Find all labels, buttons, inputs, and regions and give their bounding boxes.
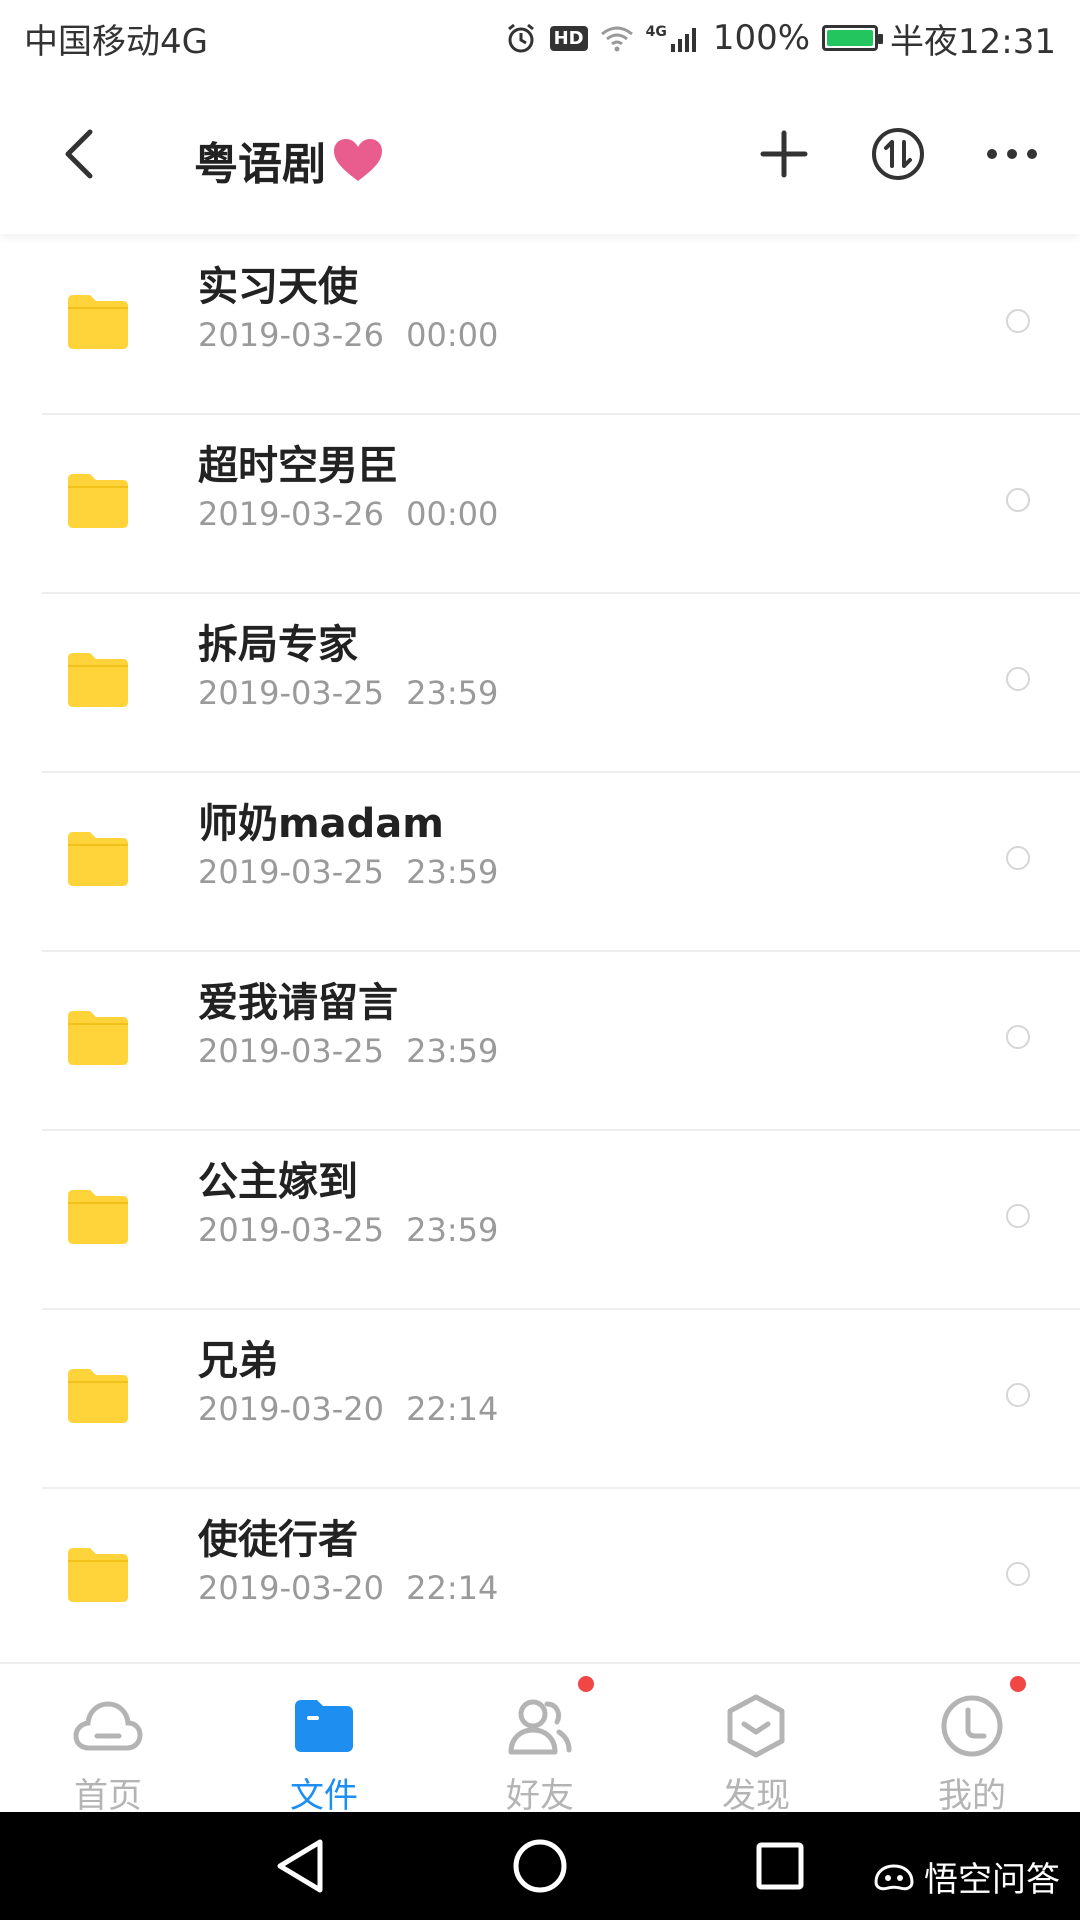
tab-files[interactable]: 文件 xyxy=(224,1664,424,1816)
file-name: 爱我请留言 xyxy=(198,980,398,1026)
tab-discover[interactable]: 发现 xyxy=(656,1664,856,1816)
cloud-icon xyxy=(72,1690,144,1762)
tab-friends[interactable]: 好友 xyxy=(440,1664,640,1816)
tab-home[interactable]: 首页 xyxy=(8,1664,208,1816)
file-date: 2019-03-20 22:14 xyxy=(198,1569,499,1607)
list-item[interactable]: 使徒行者 2019-03-20 22:14 xyxy=(0,1489,1080,1668)
discover-icon xyxy=(720,1690,792,1762)
signal-4g-icon: 4G xyxy=(646,24,701,52)
page-title-wrap: 粤语剧 xyxy=(194,128,384,192)
back-triangle-icon xyxy=(277,1839,323,1893)
system-nav-bar: 悟空问答 xyxy=(0,1812,1080,1920)
hd-icon: HD xyxy=(549,25,588,51)
select-checkbox[interactable] xyxy=(1006,1562,1030,1586)
heart-icon xyxy=(332,137,384,183)
list-item[interactable]: 爱我请留言 2019-03-25 23:59 xyxy=(0,952,1080,1131)
list-item[interactable]: 公主嫁到 2019-03-25 23:59 xyxy=(0,1131,1080,1310)
add-button[interactable] xyxy=(752,124,816,184)
folder-icon xyxy=(66,473,130,529)
profile-icon xyxy=(936,1690,1008,1762)
folder-icon xyxy=(66,1547,130,1603)
folder-icon xyxy=(66,294,130,350)
status-bar: 中国移动4G HD 4G 100% 半夜12:31 xyxy=(0,0,1080,76)
file-name: 公主嫁到 xyxy=(198,1159,358,1205)
back-icon xyxy=(65,129,93,179)
file-name: 超时空男臣 xyxy=(198,443,398,489)
wifi-icon xyxy=(600,24,634,52)
file-name: 兄弟 xyxy=(198,1338,278,1384)
folder-icon xyxy=(288,1690,360,1762)
file-date: 2019-03-25 23:59 xyxy=(198,853,499,891)
battery-percent: 100% xyxy=(712,18,811,58)
select-checkbox[interactable] xyxy=(1006,488,1030,512)
add-icon xyxy=(760,130,808,178)
friends-badge xyxy=(578,1676,594,1692)
wukong-logo-icon xyxy=(874,1863,914,1890)
file-date: 2019-03-25 23:59 xyxy=(198,1032,499,1070)
folder-icon xyxy=(66,1368,130,1424)
folder-icon xyxy=(66,652,130,708)
file-name: 使徒行者 xyxy=(198,1517,358,1563)
watermark-text: 悟空问答 xyxy=(924,1860,1060,1900)
tab-files-label: 文件 xyxy=(290,1776,358,1816)
back-button[interactable] xyxy=(52,124,108,184)
file-date: 2019-03-26 00:00 xyxy=(198,495,499,533)
select-checkbox[interactable] xyxy=(1006,667,1030,691)
alarm-icon xyxy=(504,21,538,55)
list-item[interactable]: 师奶madam 2019-03-25 23:59 xyxy=(0,773,1080,952)
friends-icon xyxy=(504,1690,576,1762)
transfer-icon xyxy=(872,128,924,180)
tab-profile-label: 我的 xyxy=(938,1776,1006,1816)
select-checkbox[interactable] xyxy=(1006,309,1030,333)
page-title: 粤语剧 xyxy=(194,139,326,190)
file-date: 2019-03-20 22:14 xyxy=(198,1390,499,1428)
watermark: 悟空问答 xyxy=(872,1852,1060,1901)
header: 粤语剧 xyxy=(0,76,1080,234)
status-icons: HD 4G 100% 半夜12:31 xyxy=(504,14,1056,63)
network-type-label: 4G xyxy=(645,24,667,40)
tab-home-label: 首页 xyxy=(74,1776,142,1816)
transfer-button[interactable] xyxy=(866,124,930,184)
nav-recents-button[interactable] xyxy=(740,1832,820,1900)
tab-friends-label: 好友 xyxy=(506,1776,574,1816)
folder-icon xyxy=(66,1010,130,1066)
tab-discover-label: 发现 xyxy=(722,1776,790,1816)
file-name: 拆局专家 xyxy=(198,622,358,668)
select-checkbox[interactable] xyxy=(1006,1025,1030,1049)
file-date: 2019-03-26 00:00 xyxy=(198,316,499,354)
folder-icon xyxy=(66,1189,130,1245)
recents-square-icon xyxy=(756,1842,804,1890)
folder-icon xyxy=(66,831,130,887)
time-label: 半夜12:31 xyxy=(890,21,1056,62)
select-checkbox[interactable] xyxy=(1006,846,1030,870)
file-name: 实习天使 xyxy=(198,264,358,310)
bottom-tab-bar: 首页 文件 好友 发现 我的 xyxy=(0,1662,1080,1816)
list-item[interactable]: 拆局专家 2019-03-25 23:59 xyxy=(0,594,1080,773)
nav-back-button[interactable] xyxy=(260,1832,340,1900)
tab-profile[interactable]: 我的 xyxy=(872,1664,1072,1816)
battery-fill xyxy=(827,30,874,46)
list-item[interactable]: 超时空男臣 2019-03-26 00:00 xyxy=(0,415,1080,594)
more-icon xyxy=(987,149,1037,159)
file-name: 师奶madam xyxy=(198,801,444,847)
profile-badge xyxy=(1010,1676,1026,1692)
more-button[interactable] xyxy=(980,124,1044,184)
carrier-label: 中国移动4G xyxy=(24,21,208,62)
list-item[interactable]: 兄弟 2019-03-20 22:14 xyxy=(0,1310,1080,1489)
file-date: 2019-03-25 23:59 xyxy=(198,1211,499,1249)
battery-icon xyxy=(822,25,884,51)
home-circle-icon xyxy=(513,1839,567,1893)
file-date: 2019-03-25 23:59 xyxy=(198,674,499,712)
select-checkbox[interactable] xyxy=(1006,1204,1030,1228)
file-list: 实习天使 2019-03-26 00:00 超时空男臣 2019-03-26 00:0… xyxy=(0,236,1080,1668)
select-checkbox[interactable] xyxy=(1006,1383,1030,1407)
list-item[interactable]: 实习天使 2019-03-26 00:00 xyxy=(0,236,1080,415)
nav-home-button[interactable] xyxy=(500,1832,580,1900)
